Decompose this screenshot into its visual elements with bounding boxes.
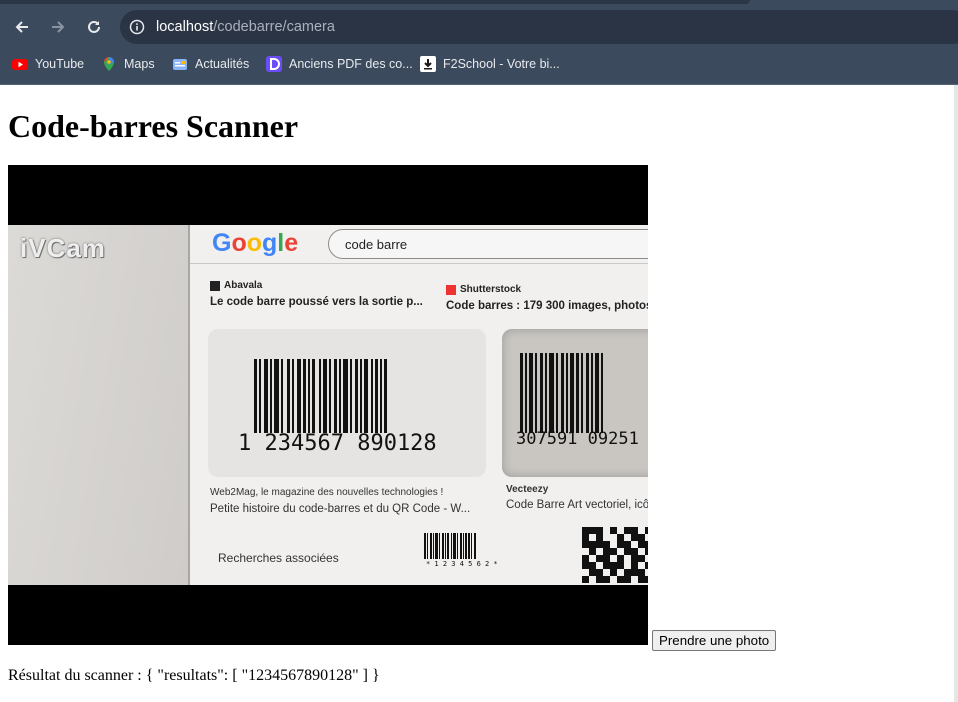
barcode-card-2: 307591 09251 [502,329,648,477]
site-info-icon[interactable] [129,19,145,35]
result-title-web2mag: Petite histoire du code-barres et du QR … [210,503,471,515]
take-photo-button[interactable]: Prendre une photo [652,630,777,651]
back-button[interactable] [7,12,37,42]
related-searches-label: Recherches associées [218,551,339,565]
small-barcode-digits: * 1 2 3 4 5 6 2 * [426,560,498,568]
url-host: localhost [156,19,214,35]
photographed-screen: Google code barre Abavala Le code barre … [188,225,648,585]
address-bar[interactable]: localhost/codebarre/camera [120,10,958,44]
forward-arrow-icon [52,21,65,33]
youtube-icon [12,59,28,70]
bookmark-youtube[interactable]: YouTube [12,55,84,73]
back-arrow-icon [15,21,28,33]
barcode-image-2 [520,353,603,433]
bookmark-label: F2School - Votre bi... [443,57,560,71]
barcode-digits-1: 1 234567 890128 [238,431,437,456]
bookmarks-bar: YouTube Maps Actualités Anciens PDF des … [0,50,958,78]
page-scrollbar[interactable] [954,85,958,702]
result-source-shutterstock: Shutterstock [446,284,521,295]
reload-button[interactable] [79,12,109,42]
forward-button[interactable] [43,12,73,42]
url-path: /codebarre/camera [213,19,335,35]
google-logo: Google [212,229,299,257]
feed-background-wall [8,225,188,585]
tab-strip-edge [0,0,750,4]
news-icon [173,59,187,70]
result-title-shutterstock: Code barres : 179 300 images, photos de [446,300,648,312]
bookmark-actualites[interactable]: Actualités [172,55,249,73]
chrome-divider [0,84,958,85]
result-source-abavala: Abavala [210,280,262,291]
camera-video: iVCam Google code barre Abavala Le code … [8,165,648,645]
photo-header-rule [190,263,648,264]
bookmark-pdf[interactable]: Anciens PDF des co... [266,55,413,73]
pdf-bookmark-icon [266,56,282,72]
scanner-result-text: Résultat du scanner : { "resultats": [ "… [8,667,380,684]
barcode-card-1: 1 234567 890128 [208,329,486,477]
bookmark-label: Maps [124,57,155,71]
barcode-digits-2: 307591 09251 [516,429,639,449]
bookmark-maps[interactable]: Maps [101,55,155,73]
bookmark-f2school[interactable]: F2School - Votre bi... [420,55,560,73]
barcode-image-1 [254,359,387,433]
result-source-web2mag: Web2Mag, le magazine des nouvelles techn… [210,487,444,498]
browser-toolbar: localhost/codebarre/camera [0,8,958,46]
maps-icon [104,57,114,71]
bookmark-label: Anciens PDF des co... [289,57,413,71]
bookmark-label: YouTube [35,57,85,71]
f2school-icon [420,56,436,72]
page-title: Code-barres Scanner [8,108,299,144]
reload-icon [88,20,100,33]
result-source-vecteezy: Vecteezy [506,484,549,495]
photo-search-bar: code barre [328,229,648,259]
camera-feed-frame: iVCam Google code barre Abavala Le code … [8,225,648,585]
small-barcode-image [424,533,476,559]
qr-code-image [582,527,648,585]
browser-chrome: localhost/codebarre/camera YouTube Maps … [0,0,958,85]
result-title-vecteezy: Code Barre Art vectoriel, icôn [506,499,648,511]
result-title-abavala: Le code barre poussé vers la sortie p... [210,296,423,308]
bookmark-label: Actualités [195,57,250,71]
ivcam-watermark: iVCam [20,233,106,263]
